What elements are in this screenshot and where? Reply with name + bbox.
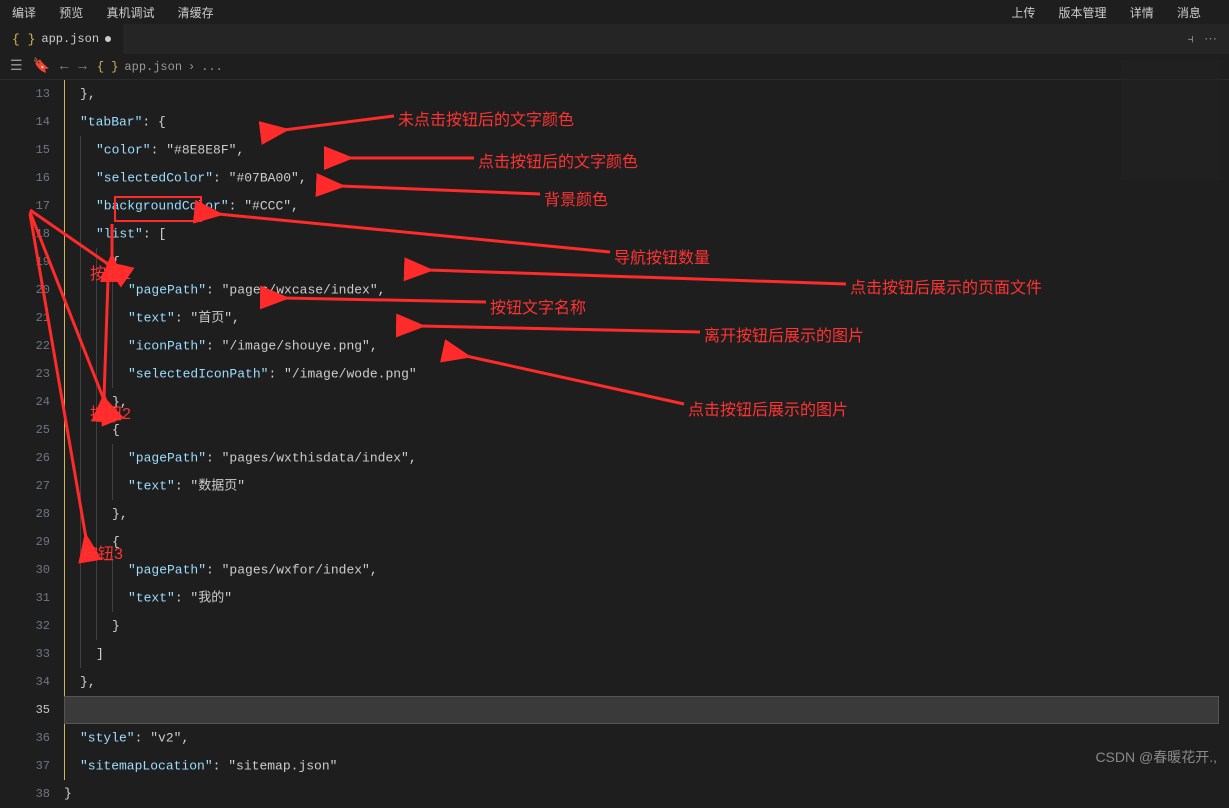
line-number: 30 xyxy=(0,556,50,584)
line-number: 21 xyxy=(0,304,50,332)
nav-back-icon[interactable]: ← xyxy=(60,59,68,75)
code-line[interactable]: "text": "数据页" xyxy=(64,472,1229,500)
tab-label: app.json xyxy=(41,32,99,46)
line-number: 23 xyxy=(0,360,50,388)
code-line[interactable]: } xyxy=(64,612,1229,640)
code-line[interactable]: }, xyxy=(64,500,1229,528)
split-editor-icon[interactable]: ⫞ xyxy=(1188,32,1195,47)
code-line[interactable]: "color": "#8E8E8F", xyxy=(64,136,1229,164)
unsaved-dot-icon xyxy=(105,36,111,42)
code-line[interactable]: "pagePath": "pages/wxthisdata/index", xyxy=(64,444,1229,472)
code-editor[interactable]: },"tabBar": {"color": "#8E8E8F","selecte… xyxy=(64,80,1229,775)
line-number: 16 xyxy=(0,164,50,192)
line-number: 20 xyxy=(0,276,50,304)
breadcrumb[interactable]: { } app.json › ... xyxy=(97,60,223,74)
menu-compile[interactable]: 编译 xyxy=(12,7,36,21)
code-line[interactable]: "pagePath": "pages/wxfor/index", xyxy=(64,556,1229,584)
list-icon[interactable]: ☰ xyxy=(10,58,23,75)
line-number: 31 xyxy=(0,584,50,612)
code-line[interactable]: "style": "v2", xyxy=(64,724,1229,752)
code-line[interactable]: "pagePath": "pages/wxcase/index", xyxy=(64,276,1229,304)
line-number: 17 xyxy=(0,192,50,220)
line-number: 28 xyxy=(0,500,50,528)
line-number: 25 xyxy=(0,416,50,444)
line-number: 18 xyxy=(0,220,50,248)
menu-detail[interactable]: 详情 xyxy=(1130,7,1154,21)
code-line[interactable]: } xyxy=(64,780,1229,808)
menu-left: 编译 预览 真机调试 清缓存 xyxy=(12,4,230,21)
code-line[interactable]: "sitemapLocation": "sitemap.json" xyxy=(64,752,1229,780)
menu-message[interactable]: 消息 xyxy=(1177,7,1201,21)
line-number: 36 xyxy=(0,724,50,752)
line-number: 32 xyxy=(0,612,50,640)
line-number: 14 xyxy=(0,108,50,136)
code-line[interactable]: { xyxy=(64,416,1229,444)
line-number: 35 xyxy=(0,696,50,724)
code-line[interactable]: "backgroundColor": "#CCC", xyxy=(64,192,1229,220)
line-number: 27 xyxy=(0,472,50,500)
code-line[interactable]: "selectedIconPath": "/image/wode.png" xyxy=(64,360,1229,388)
line-number: 34 xyxy=(0,668,50,696)
code-line[interactable]: "text": "首页", xyxy=(64,304,1229,332)
minimap[interactable] xyxy=(1121,60,1221,180)
breadcrumb-ellipsis: ... xyxy=(201,60,223,74)
line-number: 26 xyxy=(0,444,50,472)
line-number: 13 xyxy=(0,80,50,108)
tab-app-json[interactable]: { } app.json xyxy=(0,24,123,54)
code-line[interactable]: "tabBar": { xyxy=(64,108,1229,136)
watermark: CSDN @春暖花开., xyxy=(1095,747,1217,767)
line-number: 33 xyxy=(0,640,50,668)
menu-right: 上传 版本管理 详情 消息 xyxy=(1011,4,1217,21)
menu-upload[interactable]: 上传 xyxy=(1011,7,1035,21)
line-number: 24 xyxy=(0,388,50,416)
menu-clear[interactable]: 清缓存 xyxy=(178,7,214,21)
line-number: 29 xyxy=(0,528,50,556)
json-icon: { } xyxy=(12,32,35,47)
code-line[interactable]: "selectedColor": "#07BA00", xyxy=(64,164,1229,192)
code-line[interactable]: { xyxy=(64,528,1229,556)
json-icon: { } xyxy=(97,60,119,74)
nav-forward-icon[interactable]: → xyxy=(78,59,86,75)
more-icon[interactable]: ⋯ xyxy=(1204,32,1217,47)
code-line[interactable]: }, xyxy=(64,388,1229,416)
code-line[interactable]: ] xyxy=(64,640,1229,668)
code-line[interactable]: "iconPath": "/image/shouye.png", xyxy=(64,332,1229,360)
bookmark-icon[interactable]: 🔖 xyxy=(33,58,50,75)
menu-preview[interactable]: 预览 xyxy=(59,7,83,21)
line-number: 38 xyxy=(0,780,50,808)
code-line[interactable]: "list": [ xyxy=(64,220,1229,248)
line-number-gutter: 1314151617181920212223242526272829303132… xyxy=(0,80,64,775)
code-line[interactable] xyxy=(64,696,1229,724)
code-line[interactable]: }, xyxy=(64,80,1229,108)
menu-version[interactable]: 版本管理 xyxy=(1059,7,1107,21)
code-line[interactable]: }, xyxy=(64,668,1229,696)
line-number: 15 xyxy=(0,136,50,164)
menu-debug[interactable]: 真机调试 xyxy=(106,7,154,21)
code-line[interactable]: { xyxy=(64,248,1229,276)
line-number: 19 xyxy=(0,248,50,276)
chevron-right-icon: › xyxy=(188,60,195,74)
line-number: 37 xyxy=(0,752,50,780)
breadcrumb-file: app.json xyxy=(124,60,182,74)
code-line[interactable]: "text": "我的" xyxy=(64,584,1229,612)
line-number: 22 xyxy=(0,332,50,360)
